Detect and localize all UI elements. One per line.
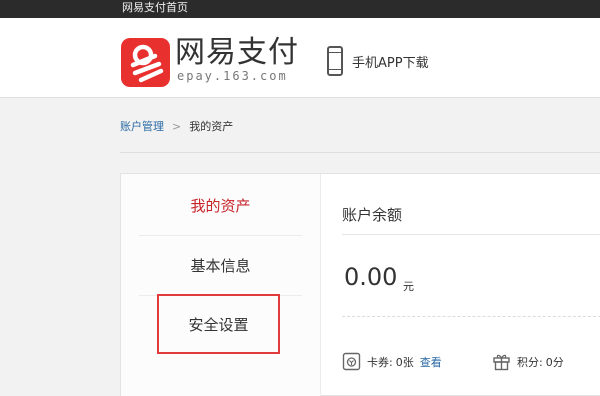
app-download-link[interactable]: 手机APP下载 — [327, 44, 429, 78]
breadcrumb: 账户管理 > 我的资产 — [120, 120, 233, 134]
sidebar-item-security-settings[interactable]: 安全设置 — [157, 294, 280, 354]
points-value: 0分 — [545, 355, 564, 369]
section-divider — [342, 234, 600, 235]
coupon-icon — [342, 352, 361, 371]
gift-icon — [493, 354, 510, 371]
sidebar: 我的资产 基本信息 安全设置 — [121, 174, 321, 396]
account-panel: 我的资产 基本信息 安全设置 账户余额 0.00 元 卡券: 0张 查看 积分:… — [120, 173, 600, 396]
breadcrumb-divider — [120, 152, 600, 153]
points-label: 积分: — [517, 355, 543, 369]
sidebar-item-basic-info[interactable]: 基本信息 — [139, 236, 302, 296]
epay-logo-icon[interactable] — [121, 38, 170, 87]
breadcrumb-current: 我的资产 — [189, 120, 234, 133]
epay-home-link[interactable]: 网易支付首页 — [122, 1, 188, 15]
top-bar: 网易支付首页 — [0, 0, 600, 18]
dashed-divider — [342, 316, 600, 317]
coupon-view-link[interactable]: 查看 — [420, 354, 442, 370]
coupon-stat: 卡券: 0张 查看 — [342, 352, 442, 371]
balance-amount: 0.00 — [344, 263, 398, 291]
logo-title: 网易支付 — [175, 35, 299, 70]
section-title: 账户余额 — [342, 206, 403, 224]
mobile-phone-icon — [327, 46, 343, 76]
balance-unit: 元 — [403, 280, 414, 293]
points-stat: 积分: 0分 — [492, 352, 564, 371]
breadcrumb-separator: > — [172, 120, 182, 133]
coupon-label: 卡券: — [367, 355, 393, 369]
app-download-label: 手机APP下载 — [352, 55, 429, 71]
breadcrumb-account-management[interactable]: 账户管理 — [120, 120, 164, 133]
site-header: 网易支付 epay.163.com 手机APP下载 — [0, 18, 600, 98]
logo-subtitle: epay.163.com — [177, 69, 288, 83]
coupon-value: 0张 — [395, 355, 414, 369]
main-content: 账户余额 0.00 元 卡券: 0张 查看 积分: 0分 — [342, 174, 600, 396]
sidebar-item-my-assets[interactable]: 我的资产 — [139, 176, 302, 236]
